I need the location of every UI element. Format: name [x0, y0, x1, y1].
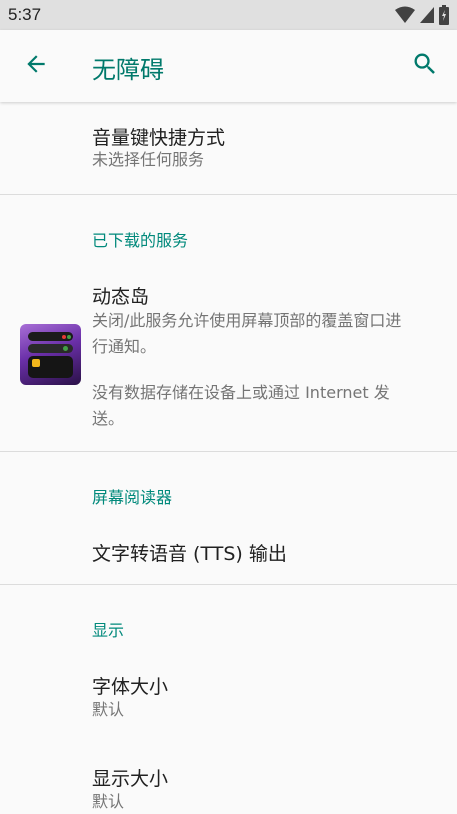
divider: [0, 451, 457, 452]
item-title: 文字转语音 (TTS) 输出: [92, 543, 287, 565]
item-title: 动态岛: [92, 286, 150, 308]
arrow-back-icon: [23, 51, 49, 81]
item-title: 字体大小: [92, 676, 169, 698]
divider: [0, 584, 457, 585]
page-title: 无障碍: [92, 56, 164, 84]
section-header-display: 显示: [92, 621, 125, 640]
settings-list: 音量键快捷方式 未选择任何服务 已下载的服务 动态岛 关闭/此服务允许使用屏幕顶…: [0, 102, 457, 814]
search-icon: [411, 50, 439, 82]
item-summary: 关闭/此服务允许使用屏幕顶部的覆盖窗口进: [92, 311, 402, 330]
status-time: 5:37: [8, 5, 42, 24]
item-summary: 默认: [92, 792, 125, 811]
battery-icon: [439, 5, 449, 29]
status-icons: [395, 5, 449, 29]
app-bar: 无障碍: [0, 30, 457, 102]
item-note: 没有数据存储在设备上或通过 Internet 发: [92, 383, 390, 402]
section-header-screen-reader: 屏幕阅读器: [92, 488, 173, 507]
item-summary: 行通知。: [92, 337, 157, 356]
dynamic-island-app-icon: [20, 324, 81, 385]
back-button[interactable]: [18, 48, 54, 84]
item-summary: 未选择任何服务: [92, 150, 205, 169]
cell-signal-icon: [419, 6, 435, 28]
wifi-icon: [395, 6, 415, 28]
search-button[interactable]: [407, 48, 443, 84]
section-header-downloaded: 已下载的服务: [92, 231, 189, 250]
divider: [0, 194, 457, 195]
item-title: 显示大小: [92, 768, 169, 790]
item-title: 音量键快捷方式: [92, 127, 226, 149]
status-bar: 5:37: [0, 0, 457, 30]
item-note: 送。: [92, 409, 125, 428]
item-summary: 默认: [92, 700, 125, 719]
